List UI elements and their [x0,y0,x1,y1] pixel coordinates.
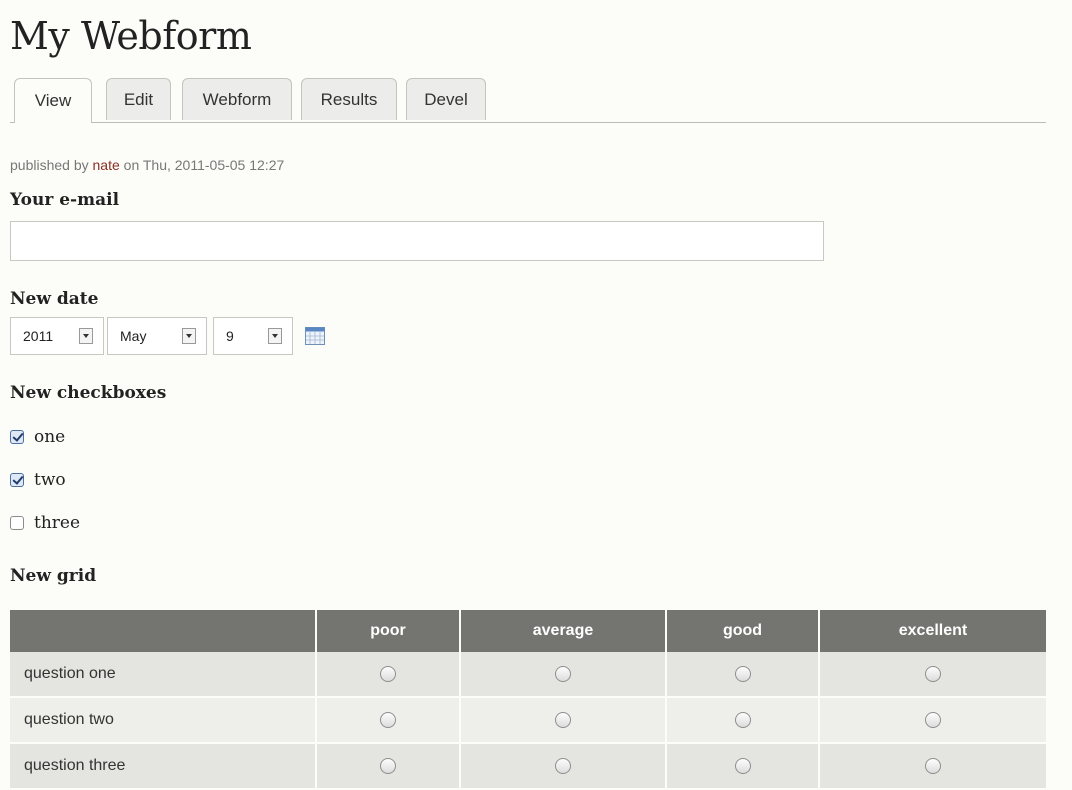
radio-q1-average[interactable] [555,665,571,682]
year-value: 2011 [23,328,54,344]
radio-q3-good[interactable] [734,757,751,774]
meta-prefix: published by [10,157,89,173]
grid-label: New grid [10,566,97,586]
checkboxes-label: New checkboxes [10,383,167,403]
table-row: question three [10,743,1046,790]
grid-header-average: average [460,610,667,652]
radio-q1-good[interactable] [734,665,751,682]
tab-results[interactable]: Results [301,78,397,120]
chevron-down-icon [79,328,93,344]
checkbox-two[interactable] [10,473,24,487]
day-value: 9 [226,328,234,344]
checkbox-one[interactable] [10,430,24,444]
question-label: question one [10,652,317,698]
year-select[interactable]: 2011 [10,317,104,355]
page-title: My Webform [10,14,252,58]
radio-q3-average[interactable] [555,757,571,774]
grid-header-poor: poor [316,610,461,652]
table-row: question two [10,697,1046,744]
radio-q2-good[interactable] [734,711,751,728]
question-label: question two [10,697,317,744]
checkbox-label: three [34,513,81,533]
checkbox-label: one [34,427,66,447]
meta-date: on Thu, 2011-05-05 12:27 [123,157,285,173]
radio-q3-poor[interactable] [380,757,396,774]
grid-header-row: poor average good excellent [10,610,1046,652]
tab-view[interactable]: View [14,78,92,123]
radio-q1-poor[interactable] [380,665,396,682]
checkbox-item-two[interactable]: two [10,469,66,491]
tab-webform[interactable]: Webform [182,78,292,120]
month-value: May [120,328,147,344]
checkbox-three[interactable] [10,516,24,530]
grid-header-empty [10,610,317,652]
day-select[interactable]: 9 [213,317,293,355]
grid-header-excellent: excellent [819,610,1046,652]
calendar-icon[interactable] [305,327,325,345]
chevron-down-icon [182,328,196,344]
author-link[interactable]: nate [93,157,120,173]
question-label: question three [10,743,317,790]
email-field[interactable] [10,221,824,261]
submitted-info: published by nate on Thu, 2011-05-05 12:… [10,157,284,173]
radio-q1-excellent[interactable] [925,665,941,682]
tab-edit[interactable]: Edit [106,78,171,120]
tab-bar: View Edit Webform Results Devel [10,78,1046,123]
tab-devel[interactable]: Devel [406,78,486,120]
date-label: New date [10,289,99,309]
question-grid: poor average good excellent question one… [10,610,1046,790]
table-row: question one [10,652,1046,698]
checkbox-item-one[interactable]: one [10,426,65,448]
radio-q3-excellent[interactable] [925,757,941,774]
radio-q2-poor[interactable] [380,711,396,728]
checkbox-item-three[interactable]: three [10,512,80,534]
radio-q2-excellent[interactable] [925,711,941,728]
checkbox-label: two [34,470,66,490]
month-select[interactable]: May [107,317,207,355]
grid-header-good: good [666,610,820,652]
chevron-down-icon [268,328,282,344]
radio-q2-average[interactable] [555,711,571,728]
email-label: Your e-mail [10,190,120,210]
